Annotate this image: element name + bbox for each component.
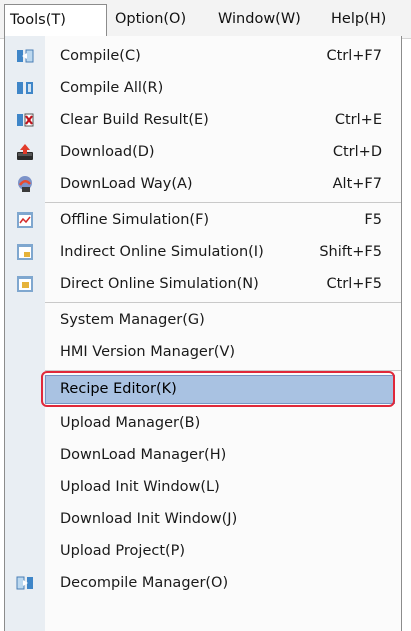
menu-item-upload-manager[interactable]: Upload Manager(B) [5,407,401,439]
compile-icon [16,47,34,65]
menu-item-download-init-window[interactable]: Download Init Window(J) [5,503,401,535]
menu-item-clear-build-result[interactable]: Clear Build Result(E) Ctrl+E [5,104,401,136]
menu-item-shortcut: Ctrl+F7 [326,48,382,64]
menu-separator [45,302,401,303]
menu-item-label: Download Init Window(J) [60,511,238,527]
menu-item-system-manager[interactable]: System Manager(G) [5,304,401,336]
indirect-simulation-icon [16,243,34,261]
offline-simulation-icon [16,211,34,229]
menu-item-label: Recipe Editor(K) [60,381,177,397]
download-icon [16,143,34,161]
menu-item-recipe-editor[interactable]: Recipe Editor(K) [5,373,401,405]
clear-build-icon [16,111,34,129]
menu-item-label: Clear Build Result(E) [60,112,209,128]
menu-tools[interactable]: Tools(T) [4,4,107,36]
menu-item-label: DownLoad Manager(H) [60,447,227,463]
menu-item-label: Offline Simulation(F) [60,212,210,228]
menu-window[interactable]: Window(W) [218,9,301,29]
menu-option[interactable]: Option(O) [115,9,186,29]
menu-item-download-manager[interactable]: DownLoad Manager(H) [5,439,401,471]
menu-item-offline-simulation[interactable]: Offline Simulation(F) F5 [5,204,401,236]
menu-item-label: Direct Online Simulation(N) [60,276,259,292]
menu-item-download[interactable]: Download(D) Ctrl+D [5,136,401,168]
menu-item-compile[interactable]: Compile(C) Ctrl+F7 [5,40,401,72]
screen: Tools(T) Option(O) Window(W) Help(H) Com… [0,0,411,631]
menu-item-upload-init-window[interactable]: Upload Init Window(L) [5,471,401,503]
menu-separator [45,370,401,371]
menu-item-shortcut: Ctrl+D [332,144,382,160]
menu-item-label: Decompile Manager(O) [60,575,229,591]
menu-item-shortcut: Ctrl+E [334,112,382,128]
menu-item-compile-all[interactable]: Compile All(R) [5,72,401,104]
menu-help[interactable]: Help(H) [331,9,386,29]
menu-item-indirect-online-simulation[interactable]: Indirect Online Simulation(I) Shift+F5 [5,236,401,268]
decompile-icon [16,574,34,592]
menu-item-label: DownLoad Way(A) [60,176,193,192]
menu-item-hmi-version-manager[interactable]: HMI Version Manager(V) [5,336,401,368]
menu-item-upload-project[interactable]: Upload Project(P) [5,535,401,567]
compile-all-icon [16,79,34,97]
menu-item-shortcut: Shift+F5 [319,244,382,260]
download-way-icon [16,175,34,193]
menu-separator [45,202,401,203]
menu-item-label: Upload Init Window(L) [60,479,220,495]
menu-item-direct-online-simulation[interactable]: Direct Online Simulation(N) Ctrl+F5 [5,268,401,300]
menu-item-label: Download(D) [60,144,155,160]
menu-item-shortcut: Ctrl+F5 [326,276,382,292]
menu-item-label: Compile All(R) [60,80,164,96]
direct-simulation-icon [16,275,34,293]
menu-item-label: Upload Project(P) [60,543,186,559]
menu-item-download-way[interactable]: DownLoad Way(A) Alt+F7 [5,168,401,200]
menu-item-shortcut: Alt+F7 [332,176,382,192]
menu-item-label: HMI Version Manager(V) [60,344,236,360]
menu-item-decompile-manager[interactable]: Decompile Manager(O) [5,567,401,599]
menu-item-label: Indirect Online Simulation(I) [60,244,264,260]
menu-item-label: Compile(C) [60,48,141,64]
menu-item-label: Upload Manager(B) [60,415,201,431]
tools-dropdown-menu: Compile(C) Ctrl+F7 Compile All(R) Clear … [4,36,402,631]
menu-bar: Tools(T) Option(O) Window(W) Help(H) [0,0,411,39]
menu-item-shortcut: F5 [364,212,382,228]
menu-item-label: System Manager(G) [60,312,205,328]
